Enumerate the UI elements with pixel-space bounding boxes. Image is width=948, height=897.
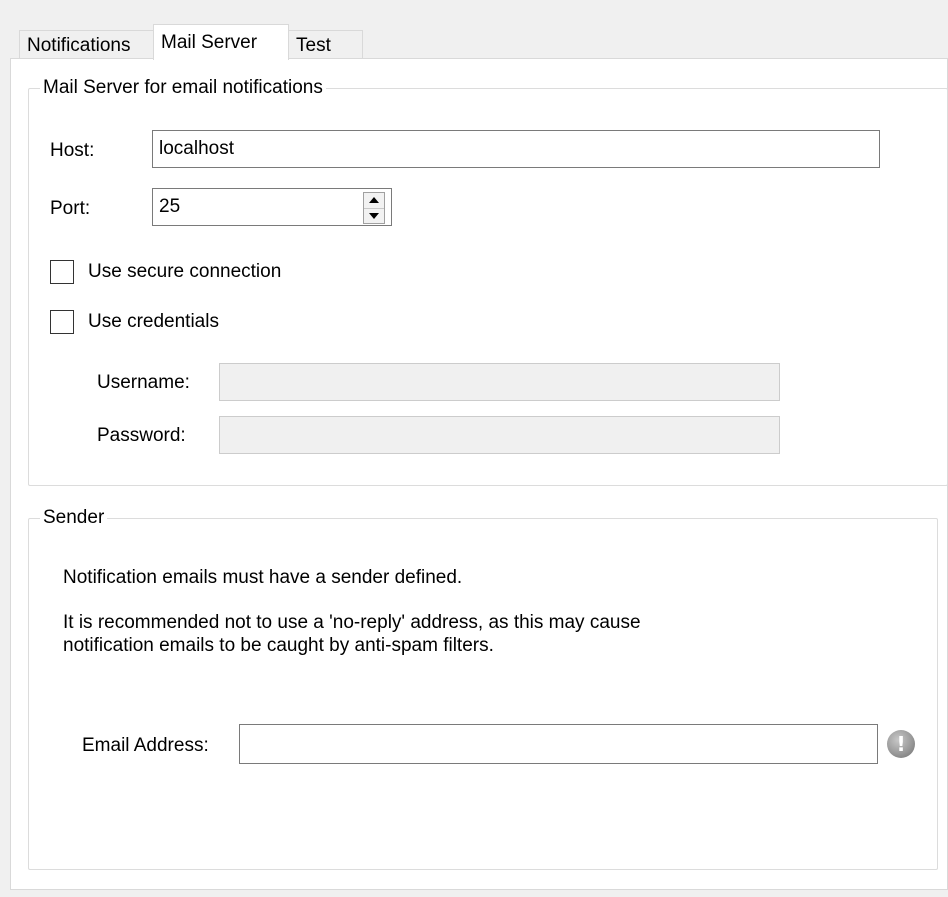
down-arrow-icon[interactable] [364,207,384,224]
username-input[interactable] [219,363,780,401]
warning-icon-glyph: ! [896,732,906,756]
port-value: 25 [159,196,181,217]
tab-mail-server[interactable]: Mail Server [153,24,289,60]
host-label: Host: [50,140,95,161]
tab-test-label: Test [296,35,331,56]
sender-info-line-1: Notification emails must have a sender d… [63,567,463,588]
tab-mail-server-label: Mail Server [161,32,258,53]
host-input[interactable]: localhost [152,130,880,168]
tab-notifications[interactable]: Notifications [19,30,154,59]
sender-info-line-3: notification emails to be caught by anti… [63,635,494,656]
tab-notifications-label: Notifications [27,35,131,56]
email-address-label: Email Address: [82,735,209,756]
port-stepper[interactable]: 25 [152,188,392,226]
username-label: Username: [97,372,190,393]
credentials-checkbox[interactable] [50,310,74,334]
mail-server-group-title: Mail Server for email notifications [40,78,326,98]
password-input[interactable] [219,416,780,454]
up-arrow-icon[interactable] [364,193,384,208]
port-label: Port: [50,198,91,219]
sender-group-title: Sender [40,508,108,528]
warning-icon: ! [887,730,915,758]
tab-test[interactable]: Test [288,30,363,59]
credentials-label: Use credentials [88,311,219,332]
sender-info-line-2: It is recommended not to use a 'no-reply… [63,612,641,633]
password-label: Password: [97,425,186,446]
email-address-input[interactable] [239,724,878,764]
secure-connection-checkbox[interactable] [50,260,74,284]
port-spin-buttons[interactable] [363,192,385,224]
host-value: localhost [159,138,234,159]
tab-strip-background [0,0,948,28]
secure-connection-label: Use secure connection [88,261,282,282]
